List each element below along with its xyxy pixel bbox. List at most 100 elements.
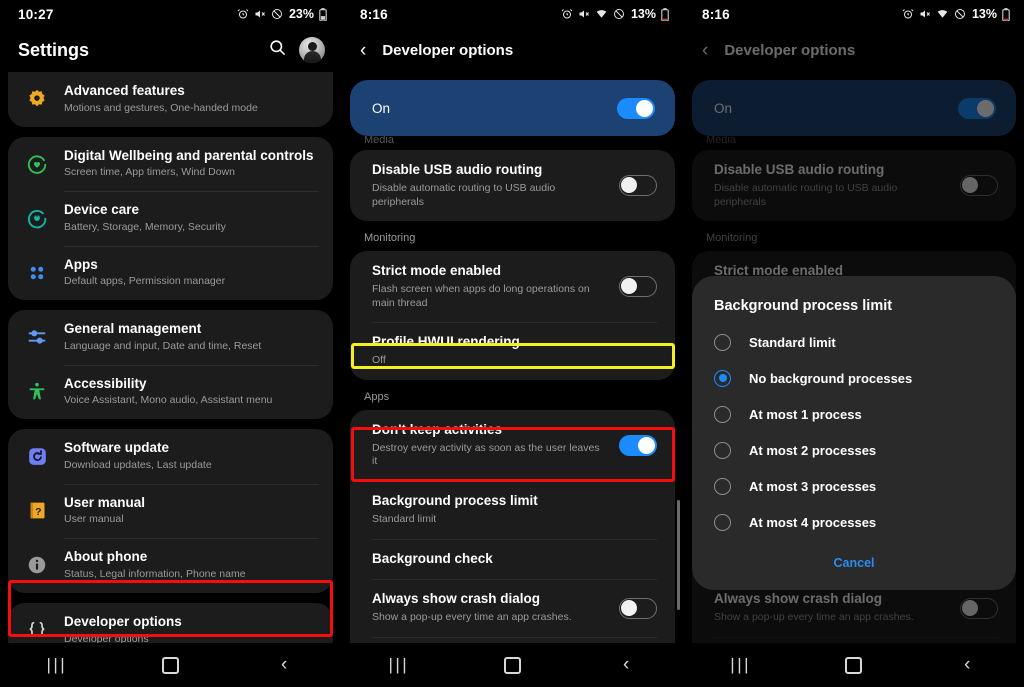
dnd-icon — [613, 8, 625, 20]
dev-row-dont-keep-activities[interactable]: Don't keep activities Destroy every acti… — [350, 410, 675, 481]
user-manual-icon: ? — [24, 498, 50, 524]
dialog-option-at-most-2-processes[interactable]: At most 2 processes — [692, 432, 1016, 468]
recents-button[interactable]: ||| — [369, 643, 429, 687]
row-subtitle: Motions and gestures, One-handed mode — [64, 101, 258, 114]
row-subtitle: Screen time, App timers, Wind Down — [64, 166, 235, 179]
sidebar-item-apps[interactable]: Apps Default apps, Permission manager — [8, 245, 333, 301]
option-label: At most 4 processes — [749, 514, 877, 530]
sidebar-item-digital-wellbeing[interactable]: Digital Wellbeing and parental controls … — [8, 137, 333, 192]
status-bar-icons: 13% — [902, 7, 1010, 21]
section-header-media: Media — [706, 136, 736, 146]
row-subtitle: Disable automatic routing to USB audio p… — [372, 181, 556, 208]
settings-group-personal: Digital Wellbeing and parental controls … — [8, 136, 333, 301]
sidebar-item-user-manual[interactable]: ? User manual User manual — [8, 483, 333, 539]
radio-no-background-processes[interactable] — [714, 369, 731, 387]
row-subtitle: Flash screen when apps do long operation… — [372, 283, 590, 309]
accessibility-icon — [24, 379, 50, 405]
row-title: Device care — [64, 202, 140, 218]
dev-row-background-process-limit[interactable]: Background process limit Standard limit — [350, 480, 675, 539]
home-button[interactable] — [482, 643, 542, 687]
recents-button[interactable]: ||| — [27, 643, 87, 687]
radio-at-most-2-processes[interactable] — [714, 441, 731, 459]
sidebar-item-advanced-features[interactable]: Advanced features Motions and gestures, … — [8, 72, 333, 127]
toggle-disable-usb-audio-routing[interactable] — [619, 175, 657, 197]
toggle-always-show-crash-dialog — [960, 597, 998, 619]
row-title: Background check — [372, 550, 493, 566]
battery-percent: 13% — [971, 7, 997, 21]
row-title: Accessibility — [64, 375, 147, 391]
dev-row-profile-hwui-rendering[interactable]: Profile HWUI rendering Off — [350, 322, 675, 380]
sidebar-item-software-update[interactable]: Software update Download updates, Last u… — [8, 429, 333, 484]
navigation-bar: ||| ‹ — [684, 643, 1024, 687]
recents-button[interactable]: ||| — [711, 643, 771, 687]
braces-icon — [24, 617, 50, 643]
dev-row-background-check[interactable]: Background check — [350, 538, 675, 580]
radio-at-most-4-processes[interactable] — [714, 513, 731, 531]
mute-icon — [254, 8, 266, 20]
settings-group-advanced: Advanced features Motions and gestures, … — [8, 72, 333, 127]
toggle-strict-mode[interactable] — [619, 276, 657, 298]
back-arrow-icon: ‹ — [702, 39, 709, 61]
radio-at-most-3-processes[interactable] — [714, 477, 731, 495]
dialog-option-at-most-1-process[interactable]: At most 1 process — [692, 396, 1016, 432]
dev-card-media: Disable USB audio routing Disable automa… — [692, 150, 1016, 222]
row-subtitle: Show a pop-up every time an app crashes. — [714, 611, 914, 624]
dialog-option-standard-limit[interactable]: Standard limit — [692, 324, 1016, 360]
search-icon[interactable] — [268, 38, 287, 62]
sidebar-item-accessibility[interactable]: Accessibility Voice Assistant, Mono audi… — [8, 364, 333, 420]
sliders-icon — [24, 324, 50, 350]
dev-row-always-show-crash-dialog[interactable]: Always show crash dialog Show a pop-up e… — [350, 579, 675, 637]
dialog-option-at-most-4-processes[interactable]: At most 4 processes — [692, 504, 1016, 540]
master-toggle[interactable] — [617, 97, 655, 119]
row-subtitle: Off — [372, 354, 386, 367]
dev-row-strict-mode-enabled[interactable]: Strict mode enabled Flash screen when ap… — [350, 251, 675, 322]
row-subtitle: Download updates, Last update — [64, 458, 212, 471]
back-arrow-icon: ‹ — [280, 654, 288, 675]
back-button[interactable]: ‹ — [254, 643, 314, 687]
alarm-icon — [561, 8, 573, 20]
dev-row-disable-usb-audio-routing[interactable]: Disable USB audio routing Disable automa… — [350, 150, 675, 221]
option-label: At most 1 process — [749, 406, 862, 422]
scrollbar[interactable] — [677, 500, 680, 610]
wifi-icon — [595, 8, 608, 20]
page-title: Developer options — [724, 41, 856, 59]
home-button[interactable] — [824, 643, 884, 687]
section-header-monitoring: Monitoring — [706, 232, 758, 245]
back-button[interactable]: ‹ — [937, 643, 997, 687]
battery-icon — [319, 7, 327, 21]
dialog-option-no-background-processes[interactable]: No background processes — [692, 360, 1016, 396]
sidebar-item-about-phone[interactable]: About phone Status, Legal information, P… — [8, 538, 333, 593]
sidebar-item-device-care[interactable]: Device care Battery, Storage, Memory, Se… — [8, 191, 333, 246]
back-button[interactable]: ‹ — [596, 643, 656, 687]
sidebar-item-general-management[interactable]: General management Language and input, D… — [8, 310, 333, 365]
radio-at-most-1-process[interactable] — [714, 405, 731, 423]
master-switch-label: On — [372, 100, 391, 116]
home-icon — [161, 656, 179, 674]
toggle-always-show-crash-dialog[interactable] — [619, 597, 657, 619]
mute-icon — [578, 8, 590, 20]
dnd-icon — [271, 8, 283, 20]
home-button[interactable] — [140, 643, 200, 687]
mute-icon — [919, 8, 931, 20]
toggle-dont-keep-activities[interactable] — [619, 434, 657, 456]
row-subtitle: User manual — [64, 513, 124, 526]
status-bar: 10:27 23% — [0, 0, 341, 28]
developer-options-master-switch[interactable]: On — [350, 80, 675, 136]
battery-percent: 13% — [630, 7, 656, 21]
apps-grid-icon — [24, 260, 50, 286]
dev-card-media: Disable USB audio routing Disable automa… — [350, 150, 675, 222]
section-header-apps: Apps — [364, 390, 390, 403]
three-phone-screenshots: 10:27 23% Settings Advanced features Mot… — [0, 0, 1024, 687]
radio-standard-limit[interactable] — [714, 333, 731, 351]
dialog-option-at-most-3-processes[interactable]: At most 3 processes — [692, 468, 1016, 504]
battery-percent: 23% — [288, 7, 314, 21]
cancel-button[interactable]: Cancel — [692, 540, 1016, 584]
row-subtitle: Standard limit — [372, 512, 437, 525]
row-title: Always show crash dialog — [372, 591, 541, 607]
back-arrow-icon[interactable]: ‹ — [360, 41, 366, 60]
avatar[interactable] — [299, 37, 325, 63]
home-icon — [503, 656, 521, 674]
status-bar-time: 8:16 — [360, 6, 388, 22]
back-arrow-icon: ‹ — [622, 654, 630, 675]
info-icon — [24, 552, 50, 578]
